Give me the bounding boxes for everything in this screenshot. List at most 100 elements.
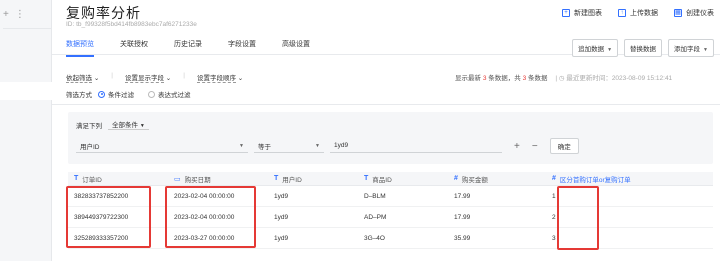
col-header-label: 订单ID [82,176,102,184]
cell-product-id: D–BLM [364,192,386,200]
value-input[interactable]: 1yd9 [330,139,502,153]
add-data-label: 追加数据 [578,46,605,53]
highlight-box-order-type [557,186,599,250]
operator-select-value: 等于 [258,143,271,151]
chevron-down-icon: ⌄ [165,75,172,82]
highlight-box-order-id [66,186,151,248]
col-header-label: 购买日期 [184,176,211,184]
condition-match-row: 满足下列 全部条件 ▼ [76,119,149,130]
condition-panel: 满足下列 全部条件 ▼ 用户ID ▼ 等于 ▼ 1yd9 + − 确定 [68,112,713,164]
col-header-label: 区分首购订单or复购订单 [559,176,631,184]
top-actions: + 新建图表 ↑ 上传数据 ▦ 创建仪表 [562,8,714,18]
sidebar-tools: + ⋮ [3,9,25,20]
add-field-button[interactable]: 添加字段 ▼ [668,39,714,57]
cell-amount: 35.99 [454,234,471,242]
radio-condition-label: 条件过滤 [108,92,134,99]
main-panel: 复购率分析 ID: tb_f99328f5bd414fb8983ebc7af62… [52,0,720,261]
filter-bar: 依起筛选 ⌄ | 设置显示字段 ⌄ | 设置字段顺序 ⌄ [66,72,244,83]
field-order-label: 设置字段顺序 [196,75,236,83]
upload-data-button[interactable]: ↑ 上传数据 [618,8,658,18]
replace-data-label: 替换数据 [630,46,657,53]
filter-mode-label: 筛选方式 [66,92,92,99]
cell-product-id: AD–PM [364,213,387,221]
add-data-button[interactable]: 追加数据 ▼ [572,39,619,57]
cell-product-id: 3G–4O [364,234,385,242]
field-order-toggle[interactable]: 设置字段顺序 ⌄ [196,72,244,83]
more-icon[interactable]: ⋮ [15,9,25,20]
col-header-order-id[interactable]: T 订单ID [68,172,168,185]
cell-amount: 17.99 [454,192,471,200]
col-header-amount[interactable]: # 购买金额 [448,172,546,185]
chevron-down-icon: ⌄ [237,75,244,82]
page-title: 复购率分析 [66,5,141,21]
table-id: ID: tb_f99328f5bd414fb8983ebc7af6271233e [66,21,197,28]
condition-row: 用户ID ▼ 等于 ▼ 1yd9 + − 确定 [76,138,579,154]
add-condition-icon[interactable]: + [514,141,520,152]
match-mode-select[interactable]: 全部条件 ▼ [108,119,149,130]
stats-prefix: 显示最新 [455,75,481,82]
match-mode-value: 全部条件 [112,122,138,129]
cell-user-id: 1yd9 [274,213,289,221]
separator: | [555,75,558,82]
value-input-text: 1yd9 [334,142,349,149]
separator: | [111,72,113,79]
clock-icon: ◷ [558,75,565,82]
cell-amount: 17.99 [454,213,471,221]
remove-condition-icon[interactable]: − [532,141,538,152]
upload-data-label: 上传数据 [630,10,658,17]
col-header-label: 购买金额 [461,176,488,184]
field-select[interactable]: 用户ID ▼ [76,139,248,153]
filter-toggle[interactable]: 依起筛选 ⌄ [66,72,100,83]
create-dashboard-label: 创建仪表 [686,10,714,17]
col-header-label: 商品ID [372,176,392,184]
separator: | [183,72,185,79]
add-icon[interactable]: + [3,9,9,20]
col-header-user-id[interactable]: T 用户ID [268,172,358,185]
chevron-down-icon: ▼ [315,142,320,149]
highlight-box-purchase-date [165,186,256,248]
chart-plus-icon: + [562,9,570,17]
date-type-icon: ▭ [174,175,181,183]
last-updated: 最近更新时间：2023-08-09 15:12:41 [566,75,673,82]
col-header-product-id[interactable]: T 商品ID [358,172,448,185]
stats-mid: 条数据，共 [488,75,521,82]
cell-user-id: 1yd9 [274,234,289,242]
replace-data-button[interactable]: 替换数据 [624,39,663,57]
display-fields-toggle[interactable]: 设置显示字段 ⌄ [124,72,172,83]
filter-mode: 筛选方式 条件过滤 表达式过滤 [66,89,191,99]
col-header-purchase-date[interactable]: ▭ 购买日期 [168,172,268,185]
table-header: T 订单ID ▭ 购买日期 T 用户ID T 商品ID # 购买金额 # 区分首购订单or复… [68,172,713,186]
col-header-order-type[interactable]: # 区分首购订单or复购订单 [546,172,713,185]
chevron-down-icon: ⌄ [93,75,100,82]
create-dashboard-button[interactable]: ▦ 创建仪表 [674,8,714,18]
new-chart-label: 新建图表 [574,10,602,17]
chevron-down-icon: ▼ [607,47,613,53]
data-actions: 追加数据 ▼ 替换数据 添加字段 ▼ [572,39,714,57]
operator-select[interactable]: 等于 ▼ [254,139,324,153]
data-stats: 显示最新 3 条数据，共 3 条数据 | ◷ 最近更新时间：2023-08-09… [455,72,672,82]
filter-toggle-label: 依起筛选 [66,75,92,83]
stats-shown-count: 3 [482,75,487,82]
confirm-button[interactable]: 确定 [549,138,579,154]
stats-total-count: 3 [522,75,527,82]
dashboard-icon: ▦ [674,9,682,17]
sidebar-selected-item[interactable] [0,82,52,100]
add-field-label: 添加字段 [674,46,701,53]
text-type-icon: T [364,175,369,182]
chevron-down-icon: ▼ [139,123,145,129]
left-sidebar: + ⋮ [0,0,52,261]
upload-icon: ↑ [618,9,626,17]
match-label: 满足下列 [76,122,102,130]
text-type-icon: T [74,175,79,182]
section-divider [52,104,720,105]
field-select-value: 用户ID [80,143,100,151]
new-chart-button[interactable]: + 新建图表 [562,8,602,18]
radio-condition-filter[interactable]: 条件过滤 [98,89,134,99]
number-type-icon: # [552,175,556,182]
radio-unselected-icon [148,90,155,98]
chevron-down-icon: ▼ [703,47,708,53]
sidebar-divider [3,28,51,29]
radio-expression-filter[interactable]: 表达式过滤 [148,89,191,99]
cell-user-id: 1yd9 [274,192,289,200]
number-type-icon: # [454,175,458,182]
